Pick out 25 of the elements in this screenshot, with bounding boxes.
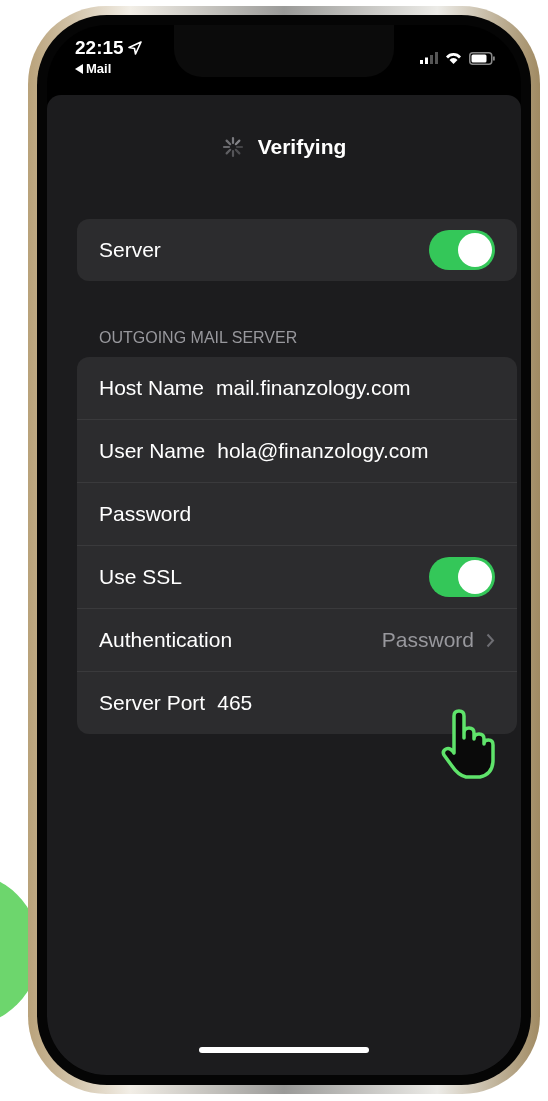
back-link[interactable]: Mail bbox=[75, 61, 142, 76]
text-field[interactable]: mail.finanzology.com bbox=[216, 376, 411, 400]
text-field[interactable]: hola@finanzology.com bbox=[217, 439, 429, 463]
section-header: OUTGOING MAIL SERVER bbox=[99, 329, 299, 347]
pointing-hand-icon bbox=[440, 708, 498, 780]
toggle-switch[interactable] bbox=[429, 557, 495, 597]
row-label: Server Port bbox=[99, 691, 206, 715]
row-label: Authentication bbox=[99, 628, 233, 652]
row-label: Use SSL bbox=[99, 565, 182, 589]
spinner-icon bbox=[221, 136, 244, 158]
row-value: Password bbox=[381, 628, 474, 652]
row-label: Host Name bbox=[99, 376, 205, 400]
battery-icon bbox=[469, 51, 495, 65]
chevron-icon bbox=[486, 632, 495, 648]
row-label: User Name bbox=[99, 439, 206, 463]
row-label: Password bbox=[99, 502, 192, 526]
sheet-title: Verifying bbox=[257, 135, 347, 159]
signal-icon bbox=[420, 52, 438, 64]
location-arrow-icon bbox=[127, 41, 142, 55]
text-field[interactable]: 465 bbox=[217, 691, 253, 715]
back-triangle-icon bbox=[75, 63, 83, 74]
row-label: Server bbox=[99, 238, 161, 262]
status-time: 22:15 bbox=[75, 37, 124, 59]
toggle-switch[interactable] bbox=[429, 230, 495, 270]
wifi-icon bbox=[445, 52, 462, 64]
